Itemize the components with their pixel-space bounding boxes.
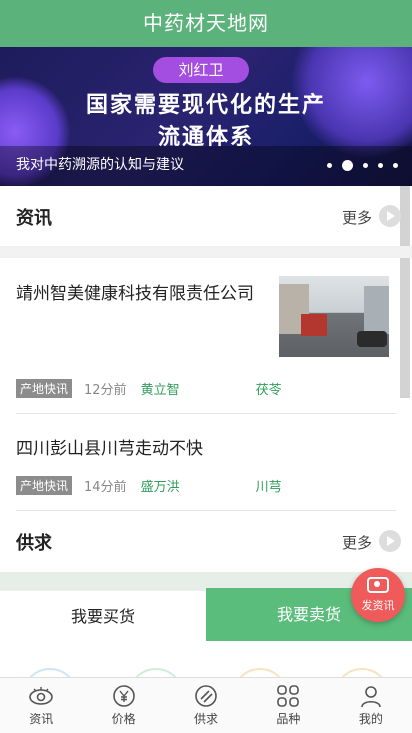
- supply-section-title: 供求: [16, 533, 52, 554]
- carousel-dot[interactable]: [378, 163, 383, 168]
- news-time: 14分前: [84, 480, 127, 495]
- news-tag: 产地快讯: [16, 379, 73, 398]
- news-time: 12分前: [84, 383, 127, 398]
- yen-icon: [82, 684, 164, 708]
- arrow-right-icon[interactable]: [379, 205, 401, 227]
- news-section-title: 资讯: [16, 208, 52, 229]
- grid-icon: [247, 684, 329, 708]
- news-tag: 产地快讯: [16, 476, 73, 495]
- news-headline[interactable]: 四川彭山县川芎走动不快: [16, 434, 396, 459]
- tab-label: 我的: [358, 712, 383, 726]
- tab-label: 供求: [194, 712, 219, 726]
- eye-icon: [0, 684, 82, 708]
- news-crop[interactable]: 川芎: [256, 476, 282, 495]
- supply-more-link[interactable]: 更多: [342, 532, 372, 553]
- post-news-label: 发资讯: [361, 599, 395, 612]
- supply-section-header: 供求 更多: [0, 515, 412, 565]
- arrow-right-icon[interactable]: [379, 530, 401, 552]
- buy-button[interactable]: 我要买货: [0, 590, 206, 642]
- tab-label: 价格: [111, 712, 136, 726]
- carousel-dot[interactable]: [363, 163, 368, 168]
- news-author[interactable]: 盛万洪: [141, 476, 256, 495]
- post-news-button[interactable]: 发资讯: [351, 568, 405, 622]
- carousel-dots[interactable]: [327, 160, 398, 171]
- tab-varieties[interactable]: 品种: [247, 678, 329, 733]
- list-divider: [16, 510, 396, 511]
- camera-icon: [367, 577, 389, 593]
- carousel-dot[interactable]: [393, 163, 398, 168]
- news-more-link[interactable]: 更多: [342, 207, 372, 228]
- banner-carousel[interactable]: 刘红卫 国家需要现代化的生产 流通体系 我对中药溯源的认知与建议: [0, 47, 412, 186]
- news-section-header: 资讯 更多: [0, 190, 412, 240]
- app-header: 中药材天地网: [0, 0, 412, 47]
- tab-supply[interactable]: 供求: [165, 678, 247, 733]
- carousel-dot[interactable]: [327, 163, 332, 168]
- tab-label: 品种: [276, 712, 301, 726]
- news-meta: 产地快讯 14分前 盛万洪 川芎: [16, 476, 282, 495]
- user-icon: [330, 684, 412, 708]
- slash-circle-icon: [165, 684, 247, 708]
- banner-author-pill: 刘红卫: [153, 57, 249, 83]
- section-divider: [0, 246, 412, 258]
- tab-price[interactable]: 价格: [82, 678, 164, 733]
- news-meta: 产地快讯 12分前 黄立智 茯苓: [16, 379, 282, 398]
- tab-news[interactable]: 资讯: [0, 678, 82, 733]
- news-thumbnail[interactable]: [279, 276, 389, 357]
- banner-headline: 国家需要现代化的生产: [85, 93, 326, 118]
- app-title: 中药材天地网: [143, 11, 269, 35]
- tab-label: 资讯: [29, 712, 54, 726]
- carousel-dot-active[interactable]: [342, 160, 353, 171]
- news-item[interactable]: 四川彭山县川芎走动不快: [16, 434, 396, 459]
- list-divider: [16, 413, 396, 414]
- bottom-tabbar: 资讯 价格 供求 品种 我的: [0, 677, 412, 733]
- news-author[interactable]: 黄立智: [141, 379, 256, 398]
- news-crop[interactable]: 茯苓: [256, 379, 282, 398]
- banner-caption[interactable]: 我对中药溯源的认知与建议: [16, 154, 184, 174]
- tab-me[interactable]: 我的: [330, 678, 412, 733]
